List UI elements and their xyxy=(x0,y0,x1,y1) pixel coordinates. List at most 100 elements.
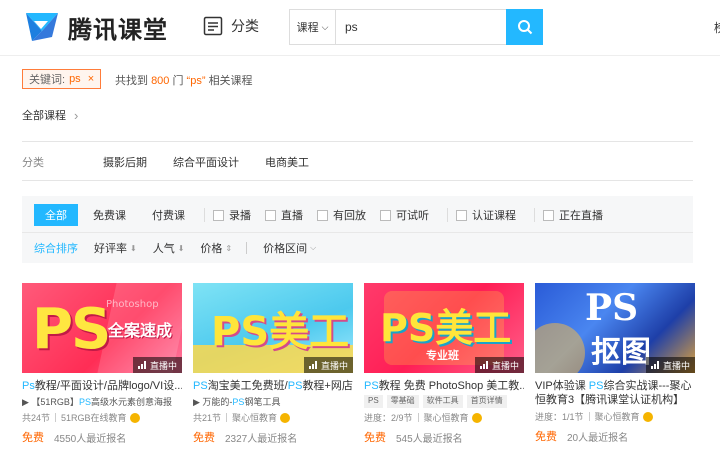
course-thumbnail[interactable]: PS Photoshop 全案速成 直播中 xyxy=(22,283,182,373)
checkbox-now-live[interactable]: 正在直播 xyxy=(543,207,603,223)
divider xyxy=(588,412,590,421)
course-card[interactable]: PS美工 直播中 PS淘宝美工免费班/PS教程+网店... ▶ 万能的-PS钢笔… xyxy=(193,283,353,445)
live-label: 直播中 xyxy=(662,360,690,371)
title-highlight: PS xyxy=(287,380,303,392)
result-unit: 门 xyxy=(172,75,184,87)
lesson-progress: 进度：1/1节 xyxy=(535,412,584,422)
course-card[interactable]: PS Photoshop 全案速成 直播中 Ps教程/平面设计/品牌logo/V… xyxy=(22,283,182,445)
lesson-count: 共21节 xyxy=(193,413,222,423)
thumb-shape xyxy=(535,323,585,373)
category-graphic-design[interactable]: 综合平面设计 xyxy=(173,154,239,170)
header-edge-link[interactable]: 榜 xyxy=(714,19,720,36)
verified-badge-icon xyxy=(129,412,140,423)
checkbox-box xyxy=(317,209,328,221)
checkbox-label: 可试听 xyxy=(396,210,429,222)
course-card[interactable]: PS美工 专业班 直播中 PS教程 免费 PhotoShop 美工教... PS… xyxy=(364,283,524,445)
course-title[interactable]: Ps教程/平面设计/品牌logo/VI设... xyxy=(22,379,182,393)
live-badge: 直播中 xyxy=(474,357,524,373)
course-meta: 进度：1/1节 聚心恒教育 xyxy=(535,410,695,423)
keyword-value: ps xyxy=(69,73,81,85)
checkbox-box xyxy=(380,209,391,221)
divider xyxy=(447,208,448,222)
course-card[interactable]: PS 抠图 直播中 VIP体验课 PS综合实战课---聚心恒教育3【腾讯课堂认证… xyxy=(535,283,695,444)
course-title[interactable]: PS淘宝美工免费班/PS教程+网店... xyxy=(193,379,353,393)
course-price: 免费 xyxy=(193,432,215,444)
sort-default[interactable]: 综合排序 xyxy=(34,240,78,256)
breadcrumb[interactable]: 全部课程 › xyxy=(22,107,78,123)
brand-logo[interactable]: 腾讯课堂 xyxy=(22,7,168,47)
search-type-select[interactable]: 课程 ⌵ xyxy=(290,10,336,44)
course-meta: 进度：2/9节 聚心恒教育 xyxy=(364,411,524,424)
live-label: 直播中 xyxy=(320,360,348,371)
course-meta: 共21节 聚心恒教育 xyxy=(193,411,353,424)
organization-link[interactable]: 聚心恒教育 xyxy=(232,411,277,424)
course-price: 免费 xyxy=(22,432,44,444)
verified-badge-icon xyxy=(471,412,482,423)
course-title[interactable]: PS教程 免费 PhotoShop 美工教... xyxy=(364,379,524,393)
checkbox-trial[interactable]: 可试听 xyxy=(380,207,429,223)
category-menu[interactable]: 分类 xyxy=(203,16,259,36)
search-button[interactable] xyxy=(506,9,543,45)
category-photo-post[interactable]: 摄影后期 xyxy=(103,154,147,170)
organization-link[interactable]: 聚心恒教育 xyxy=(595,410,640,423)
sort-price[interactable]: 价格 ⇕ xyxy=(200,240,248,256)
signup-count: 4550人最近报名 xyxy=(54,433,127,445)
checkbox-label: 认证课程 xyxy=(472,210,516,222)
divider xyxy=(204,208,205,222)
lesson-count: 共24节 xyxy=(22,413,51,423)
result-suffix: 相关课程 xyxy=(208,75,253,87)
category-ecommerce-art[interactable]: 电商美工 xyxy=(265,154,309,170)
course-price: 免费 xyxy=(535,431,557,443)
subtitle-highlight: PS xyxy=(232,397,245,407)
tab-all[interactable]: 全部 xyxy=(34,204,78,226)
thumb-title: PS xyxy=(32,297,111,362)
subtitle-text: 高级水元素创意海报 xyxy=(90,397,172,407)
divider xyxy=(22,141,693,142)
checkbox-live[interactable]: 直播 xyxy=(265,207,303,223)
title-highlight: PS xyxy=(193,380,208,392)
title-prefix: VIP体验课 xyxy=(535,380,589,392)
divider xyxy=(246,242,248,254)
keyword-tag: 关键词: ps × xyxy=(22,69,102,89)
sort-rating[interactable]: 好评率 ⬇ xyxy=(94,240,137,256)
organization-link[interactable]: 51RGB在线教育 xyxy=(61,411,127,424)
course-thumbnail[interactable]: PS美工 专业班 直播中 xyxy=(364,283,524,373)
close-icon[interactable]: × xyxy=(88,73,94,85)
course-tag: 零基础 xyxy=(386,395,419,408)
course-subtitle: ▶ 万能的-PS钢笔工具 xyxy=(193,395,353,408)
live-badge: 直播中 xyxy=(132,357,182,373)
tab-paid[interactable]: 付费课 xyxy=(141,204,196,226)
thumb-title: PS xyxy=(585,287,639,329)
checkbox-box xyxy=(265,209,276,221)
category-row: 分类 摄影后期 综合平面设计 电商美工 xyxy=(22,154,335,170)
course-thumbnail[interactable]: PS美工 直播中 xyxy=(193,283,353,373)
result-count: 800 xyxy=(151,75,170,87)
title-text: 教程+网店... xyxy=(302,380,353,392)
checkbox-label: 直播 xyxy=(281,210,303,222)
organization-link[interactable]: 聚心恒教育 xyxy=(424,411,469,424)
course-title[interactable]: VIP体验课 PS综合实战课---聚心恒教育3【腾讯课堂认证机构】 xyxy=(535,379,695,407)
course-price-row: 免费 545人最近报名 xyxy=(364,429,524,445)
sort-label: 好评率 xyxy=(94,243,127,255)
thumb-subtitle: 专业班 xyxy=(426,349,459,362)
course-meta: 共24节 51RGB在线教育 xyxy=(22,411,182,424)
subtitle-prefix: ▶ 【51RGB】 xyxy=(22,397,79,407)
subtitle-prefix: ▶ 万能的- xyxy=(193,397,233,407)
course-subtitle: ▶ 【51RGB】PS高级水元素创意海报 xyxy=(22,395,182,408)
checkbox-replay[interactable]: 有回放 xyxy=(317,207,366,223)
course-tag: PS xyxy=(364,395,383,408)
live-label: 直播中 xyxy=(149,360,177,371)
breadcrumb-all-courses[interactable]: 全部课程 xyxy=(22,107,66,123)
course-tag: 软件工具 xyxy=(422,395,463,408)
title-text: 淘宝美工免费班/ xyxy=(207,380,288,392)
tab-free[interactable]: 免费课 xyxy=(82,204,137,226)
divider xyxy=(226,413,228,422)
verified-badge-icon xyxy=(280,412,291,423)
checkbox-certified[interactable]: 认证课程 xyxy=(456,207,516,223)
price-range-dropdown[interactable]: 价格区间 ⌵ xyxy=(263,240,316,256)
search-icon xyxy=(517,20,532,35)
checkbox-recorded[interactable]: 录播 xyxy=(213,207,251,223)
sort-popularity[interactable]: 人气 ⬇ xyxy=(153,240,185,256)
course-thumbnail[interactable]: PS 抠图 直播中 xyxy=(535,283,695,373)
divider xyxy=(55,413,57,422)
